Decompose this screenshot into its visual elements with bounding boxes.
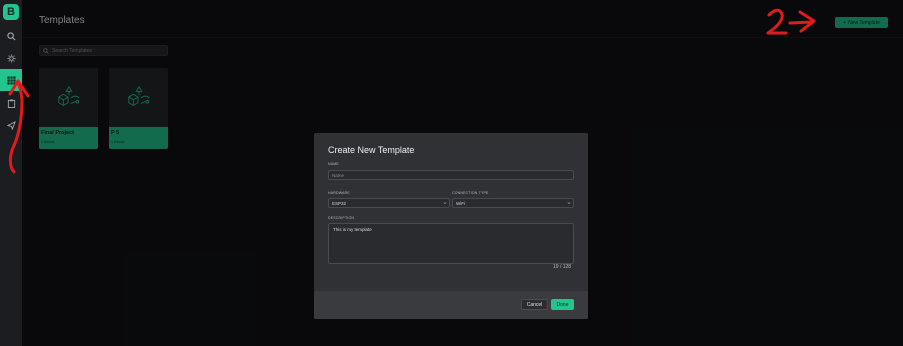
description-value: This is my template [333,227,372,232]
clipboard-icon [7,98,15,108]
chevron-down-icon [567,202,571,204]
grid-icon [6,75,16,85]
sidebar-reports-button[interactable] [0,92,22,114]
hardware-select[interactable]: ESP32 [328,198,450,208]
sidebar-search-button[interactable] [0,25,22,47]
hardware-label: HARDWARE [328,191,350,195]
name-label: NAME [328,162,339,166]
character-counter: 19 / 128 [553,264,572,270]
connection-type-select[interactable]: WiFi [452,198,574,208]
connection-type-value: WiFi [456,201,465,206]
sidebar-send-button[interactable] [0,114,22,136]
cancel-button[interactable]: Cancel [521,299,548,310]
sidebar-automation-button[interactable] [0,47,22,69]
done-button[interactable]: Done [551,299,574,310]
sidebar: B [0,0,22,346]
sidebar-templates-button[interactable] [0,69,22,91]
search-icon [6,31,15,40]
send-icon [6,120,16,130]
chevron-down-icon [443,202,447,204]
hardware-value: ESP32 [332,201,347,206]
description-textarea[interactable]: This is my template [328,223,574,264]
name-input[interactable] [332,173,552,178]
name-field[interactable] [328,170,574,180]
connection-type-label: CONNECTION TYPE [452,191,489,195]
app-logo[interactable]: B [3,4,19,20]
modal-title: Create New Template [328,145,415,155]
sun-icon [6,53,16,63]
description-label: DESCRIPTION [328,216,355,220]
